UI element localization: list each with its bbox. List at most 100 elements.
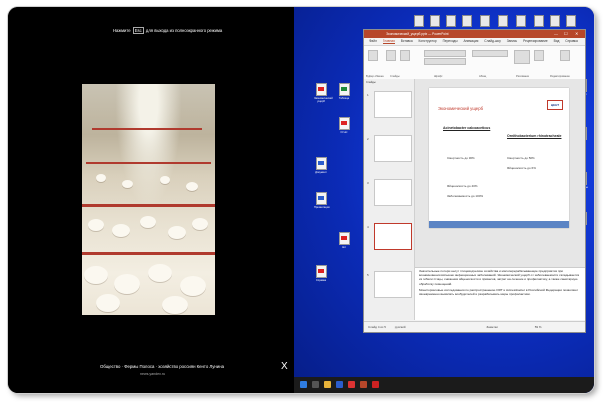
close-viewer-button[interactable]: X [281,361,288,372]
slide-thumbnail-selected[interactable] [374,223,412,250]
find-icon[interactable] [560,50,570,61]
speaker-notes[interactable]: Значительные потери несут птицеводческие… [415,267,585,320]
desktop-file-label: Акт [341,246,347,249]
zoom-level[interactable]: 59 % [535,325,542,329]
current-slide[interactable]: Экономический ущерб ЦЕНТ Acinetobacter c… [429,88,569,228]
chicken [88,219,104,231]
excel-file-icon [338,83,350,96]
close-window-button[interactable]: ✕ [575,30,578,38]
thumb-number: 2 [367,137,369,141]
powerpoint-app-icon[interactable] [360,381,367,388]
tab-view[interactable]: Вид [554,39,560,43]
paste-icon[interactable] [368,50,378,61]
left-column-heading[interactable]: Acinetobacter calcoaceticus [443,126,490,130]
slide-title[interactable]: Экономический ущерб [438,106,483,111]
tab-insert[interactable]: Вставка [401,39,413,43]
tab-design[interactable]: Конструктор [419,39,437,43]
arrange-icon[interactable] [534,50,544,61]
word-app-icon[interactable] [336,381,343,388]
notes-paragraph: Значительные потери несут птицеводческие… [419,269,580,286]
tab-home[interactable]: Главная [382,39,395,44]
start-button-icon[interactable] [300,381,307,388]
file-icon[interactable] [446,15,456,27]
desktop-file[interactable]: Таблица [337,83,351,100]
font-selector[interactable] [424,50,466,57]
thumb-number: 4 [367,225,369,229]
file-icon[interactable] [534,15,544,27]
image-viewer[interactable]: Нажмите Esc для выхода из полноэкранного… [8,7,294,393]
desktop-file[interactable]: Справка [314,265,328,282]
font-format-buttons[interactable] [424,58,466,65]
window-title: Экономический_ущерб.pptx — PowerPoint [386,32,449,36]
left-item[interactable]: Смертность до 30% [447,156,475,160]
tab-animations[interactable]: Анимация [463,39,478,43]
right-column-heading[interactable]: Ornithobacterium rhinotracheale [507,134,561,138]
file-icon[interactable] [550,15,560,27]
powerpoint-window[interactable]: Экономический_ущерб.pptx — PowerPoint — … [363,29,586,333]
desktop-file[interactable]: Акт [337,232,351,249]
shapes-icon[interactable] [514,50,530,64]
ribbon-group-label: Рисование [516,75,530,78]
left-item[interactable]: Заболеваемость до 100% [447,194,483,198]
slide-editor[interactable]: Экономический ущерб ЦЕНТ Acinetobacter c… [415,79,585,267]
chicken [84,266,108,284]
tab-slideshow[interactable]: Слайд-шоу [484,39,501,43]
minimize-button[interactable]: — [554,30,558,38]
language-indicator[interactable]: русский [395,325,406,329]
tab-help[interactable]: Справка [565,39,578,43]
slide-thumbnails-pane[interactable]: Слайды 1 2 3 4 5 [364,79,415,320]
thumb-number: 5 [367,273,369,277]
search-icon[interactable] [312,381,319,388]
file-icon[interactable] [430,15,440,27]
ribbon-group-label: Абзац [479,75,487,78]
desktop-file-label: Таблица [338,97,350,100]
right-item[interactable]: Яйценоскость до 6% [507,166,536,170]
file-icon[interactable] [480,15,490,27]
word-file-icon [315,192,327,205]
file-explorer-icon[interactable] [324,381,331,388]
file-icon[interactable] [498,15,508,27]
desktop-file[interactable]: Отчёт [337,117,351,134]
feeder-line [86,162,211,164]
right-item[interactable]: Смертность до 50% [507,156,535,160]
new-slide-icon[interactable] [386,50,396,61]
left-item[interactable]: Яйценоскость до 40% [447,184,478,188]
chicken [112,224,130,237]
tip-before: Нажмите [113,28,131,33]
file-icon[interactable] [566,15,576,27]
desktop-file[interactable]: Документ [314,157,328,174]
thumb-number: 1 [367,93,369,97]
desktop-file-label: Экономический ущерб [314,97,333,103]
desktop-file-label: Документ [315,171,327,174]
tab-record[interactable]: Запись [507,39,517,43]
company-logo: ЦЕНТ [547,100,563,110]
tab-transitions[interactable]: Переходы [443,39,458,43]
tab-file[interactable]: Файл [369,39,377,43]
pdf-reader-icon[interactable] [372,381,379,388]
paragraph-buttons[interactable] [472,50,508,57]
desktop-file[interactable]: Презентация [314,192,330,209]
slide-thumbnail[interactable] [374,91,412,118]
chicken [114,274,140,294]
ribbon-group-label: Редактирование [550,75,570,78]
photo-credit[interactable]: news.yandex.ru [140,372,165,376]
notes-paragraph: Мониторинговые исследования по распростр… [419,287,579,297]
maximize-button[interactable]: ☐ [564,30,568,38]
desktop: Экономический ущерб Таблица Отчёт Докуме… [294,7,594,393]
file-icon[interactable] [462,15,472,27]
slide-thumbnail[interactable] [374,271,412,298]
pdf-file-icon [338,232,350,245]
desktop-file[interactable]: Экономический ущерб [314,83,333,103]
slide-counter: Слайд 4 из 5 [368,325,386,329]
chicken [180,276,206,296]
pdf-file-icon [338,117,350,130]
browser-icon[interactable] [348,381,355,388]
file-icon[interactable] [414,15,424,27]
window-titlebar[interactable]: Экономический_ущерб.pptx — PowerPoint — … [364,30,585,38]
slide-thumbnail[interactable] [374,135,412,162]
slide-thumbnail[interactable] [374,179,412,206]
file-icon[interactable] [516,15,526,27]
notes-toggle[interactable]: Заметки [486,325,497,329]
layout-icon[interactable] [400,50,410,61]
tab-review[interactable]: Рецензирование [523,39,548,43]
